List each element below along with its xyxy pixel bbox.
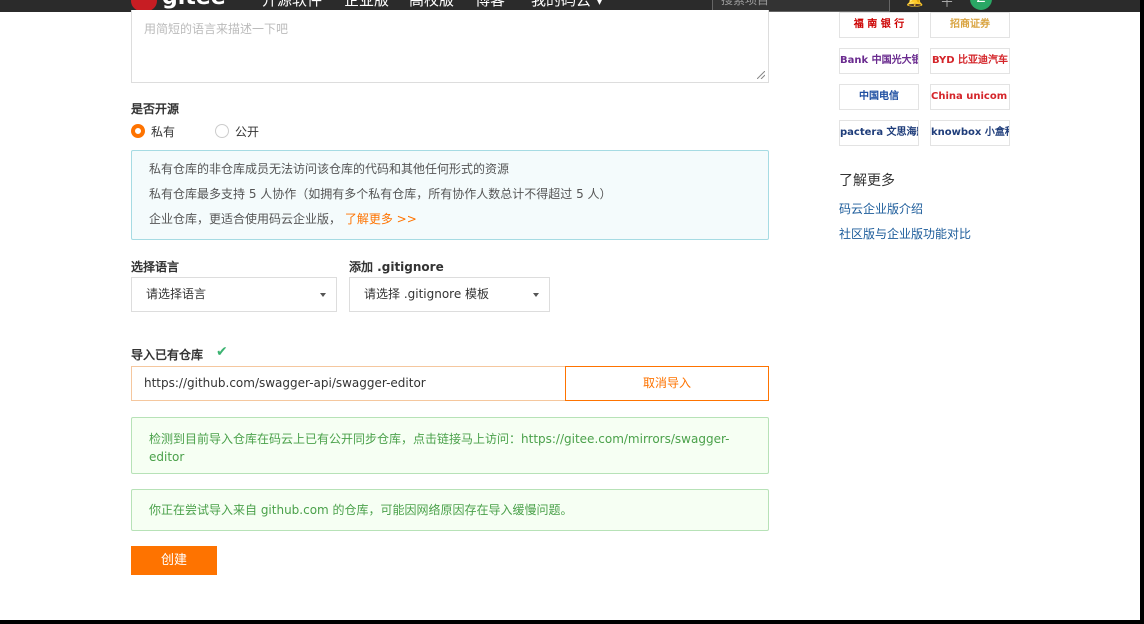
sidebar-logo-bank-1[interactable]: 福 南 银 行 xyxy=(839,12,919,38)
radio-private[interactable] xyxy=(131,124,145,138)
chevron-down-icon xyxy=(320,293,326,297)
gitee-logo-text[interactable]: gitee xyxy=(162,0,226,10)
create-button[interactable]: 创建 xyxy=(131,546,217,575)
import-url-input[interactable]: https://github.com/swagger-api/swagger-e… xyxy=(131,366,566,401)
info-line-1: 私有仓库的非仓库成员无法访问该仓库的代码和其他任何形式的资源 xyxy=(149,162,510,176)
enterprise-intro-link[interactable]: 码云企业版介绍 xyxy=(839,200,923,217)
sidebar-logo-pactera[interactable]: pactera 文思海辉 xyxy=(839,120,919,146)
slow-import-notice: 你正在尝试导入来自 github.com 的仓库，可能因网络原因存在导入缓慢问题… xyxy=(131,489,769,531)
gitignore-label: 添加 .gitignore xyxy=(349,260,444,274)
nav-enterprise[interactable]: 企业版 xyxy=(344,0,389,10)
page: gitee 开源软件 企业版 高校版 博客 我的码云 ▾ 搜索项目 🔔 ＋ Z … xyxy=(0,0,1140,620)
description-textarea[interactable]: 用简短的语言来描述一下吧 xyxy=(131,10,769,83)
nav-blog[interactable]: 博客 xyxy=(475,0,505,10)
learn-more-link[interactable]: 了解更多 >> xyxy=(345,212,417,226)
nav-open-source[interactable]: 开源软件 xyxy=(262,0,322,10)
cancel-import-button[interactable]: 取消导入 xyxy=(565,366,769,401)
sidebar-logo-cmsc[interactable]: 招商证券 xyxy=(930,12,1010,38)
description-placeholder: 用简短的语言来描述一下吧 xyxy=(144,22,289,36)
private-repo-info-box: 私有仓库的非仓库成员无法访问该仓库的代码和其他任何形式的资源 私有仓库最多支持 … xyxy=(131,150,769,240)
sidebar-logo-byd[interactable]: BYD 比亚迪汽车 xyxy=(930,48,1010,74)
open-source-label: 是否开源 xyxy=(131,102,180,116)
visibility-radio-group: 私有 公开 xyxy=(131,122,299,140)
sidebar-logo-china-telecom[interactable]: 中国电信 xyxy=(839,84,919,110)
resize-grip-icon[interactable] xyxy=(757,71,765,79)
slow-notice-text: 你正在尝试导入来自 github.com 的仓库，可能因网络原因存在导入缓慢问题… xyxy=(149,503,573,517)
user-avatar[interactable]: Z xyxy=(970,0,992,10)
learn-more-title: 了解更多 xyxy=(839,173,895,189)
chevron-down-icon xyxy=(533,293,539,297)
mirror-notice-text[interactable]: 检测到目前导入仓库在码云上已有公开同步仓库，点击链接马上访问：https://g… xyxy=(149,432,729,464)
language-select-value: 请选择语言 xyxy=(146,287,207,301)
plus-icon[interactable]: ＋ xyxy=(940,0,954,12)
nav-my-gitee[interactable]: 我的码云 ▾ xyxy=(531,0,603,10)
nav-university[interactable]: 高校版 xyxy=(409,0,454,10)
gitignore-select-value: 请选择 .gitignore 模板 xyxy=(364,287,490,301)
radio-public[interactable] xyxy=(215,124,230,138)
radio-public-label[interactable]: 公开 xyxy=(235,123,259,140)
import-label: 导入已有仓库 xyxy=(131,348,204,362)
checkmark-icon: ✔ xyxy=(216,344,228,360)
edition-compare-link[interactable]: 社区版与企业版功能对比 xyxy=(839,225,971,242)
sidebar-logo-china-unicom[interactable]: China unicom 中国联通 xyxy=(930,84,1010,110)
sidebar-logo-cebbank[interactable]: Bank 中国光大银行 xyxy=(839,48,919,74)
gitignore-select[interactable]: 请选择 .gitignore 模板 xyxy=(349,277,550,312)
language-select[interactable]: 请选择语言 xyxy=(131,277,337,312)
radio-private-label[interactable]: 私有 xyxy=(151,123,175,140)
bell-icon[interactable]: 🔔 xyxy=(906,0,923,8)
sidebar-logo-knowbox[interactable]: knowbox 小盒科技 xyxy=(930,120,1010,146)
info-line-2: 私有仓库最多支持 5 人协作（如拥有多个私有仓库，所有协作人数总计不得超过 5 … xyxy=(149,187,612,201)
mirror-notice: 检测到目前导入仓库在码云上已有公开同步仓库，点击链接马上访问：https://g… xyxy=(131,417,769,474)
language-label: 选择语言 xyxy=(131,260,180,274)
info-line-3: 企业仓库，更适合使用码云企业版， 了解更多 >> xyxy=(149,211,751,227)
info-line-3-text: 企业仓库，更适合使用码云企业版， xyxy=(149,212,342,226)
